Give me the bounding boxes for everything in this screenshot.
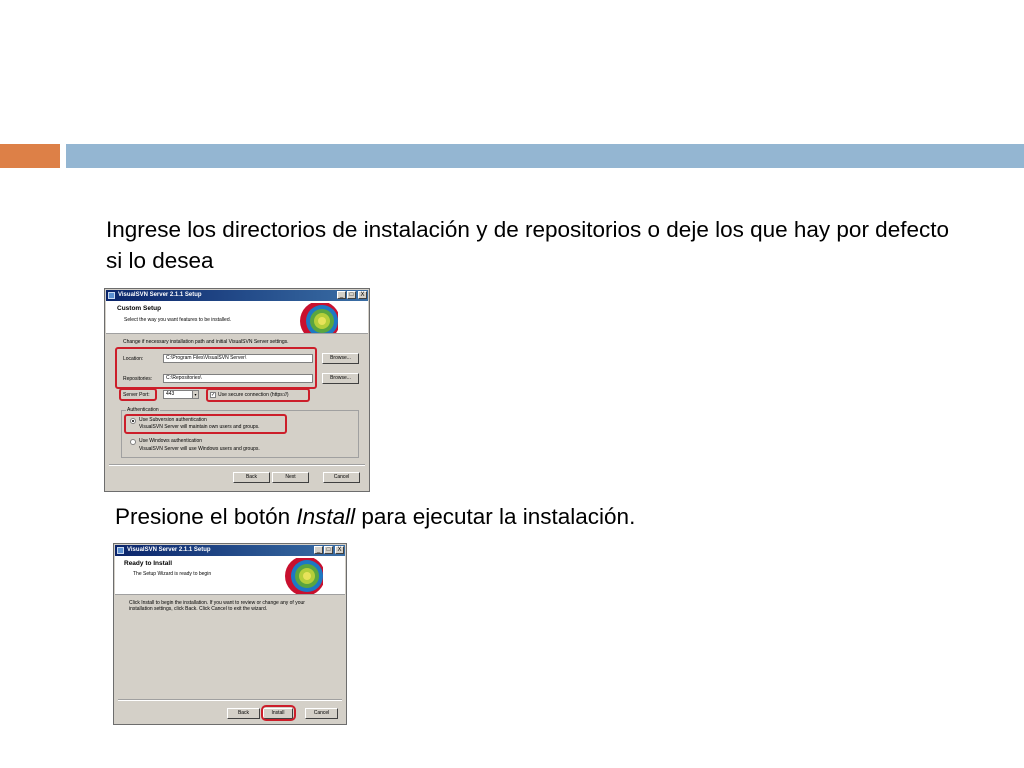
instruction-text-1: Ingrese los directorios de instalación y… bbox=[106, 217, 949, 273]
text2-before: Presione el botón bbox=[115, 504, 297, 529]
cancel-button[interactable]: Cancel bbox=[305, 708, 338, 719]
visualsvn-logo-icon bbox=[300, 303, 338, 333]
browse-location-button[interactable]: Browse... bbox=[322, 353, 359, 364]
accent-bar-orange bbox=[0, 144, 60, 168]
title-bar: VisualSVN Server 2.1.1 Setup _ □ X bbox=[115, 545, 345, 556]
highlight-svn-auth bbox=[124, 414, 287, 434]
close-button[interactable]: X bbox=[335, 546, 344, 554]
text2-install-word: Install bbox=[296, 504, 356, 529]
maximize-button[interactable]: □ bbox=[324, 546, 333, 554]
browse-repositories-button[interactable]: Browse... bbox=[322, 373, 359, 384]
dialog-header: Ready to Install The Setup Wizard is rea… bbox=[115, 556, 345, 595]
custom-setup-dialog: VisualSVN Server 2.1.1 Setup _ □ X Custo… bbox=[104, 288, 370, 492]
body-line-2: installation settings, click Back. Click… bbox=[129, 606, 268, 612]
minimize-button[interactable]: _ bbox=[337, 291, 346, 299]
authentication-group-label: Authentication bbox=[126, 407, 160, 413]
highlight-port-label bbox=[119, 388, 157, 401]
port-dropdown-icon[interactable]: ▾ bbox=[192, 390, 199, 399]
instruction-text-2: Presione el botón Install para ejecutar … bbox=[115, 502, 915, 532]
instructions-text: Change if necessary installation path an… bbox=[123, 339, 289, 345]
window-title: VisualSVN Server 2.1.1 Setup bbox=[127, 547, 211, 553]
visualsvn-logo-icon bbox=[285, 558, 323, 594]
title-bar: VisualSVN Server 2.1.1 Setup _ □ X bbox=[106, 290, 368, 301]
header-subtitle: The Setup Wizard is ready to begin bbox=[133, 571, 212, 577]
next-button[interactable]: Next bbox=[272, 472, 309, 483]
dialog-header: Custom Setup Select the way you want fea… bbox=[106, 301, 368, 334]
close-button[interactable]: X bbox=[358, 291, 367, 299]
windows-auth-radio[interactable] bbox=[130, 439, 136, 445]
ready-to-install-dialog: VisualSVN Server 2.1.1 Setup _ □ X Ready… bbox=[113, 543, 347, 725]
windows-auth-label: Use Windows authentication bbox=[139, 438, 203, 444]
highlight-install bbox=[261, 705, 296, 721]
minimize-button[interactable]: _ bbox=[314, 546, 323, 554]
maximize-button[interactable]: □ bbox=[347, 291, 356, 299]
text2-after: para ejecutar la instalación. bbox=[355, 504, 636, 529]
header-title: Custom Setup bbox=[117, 305, 162, 312]
app-icon bbox=[108, 292, 115, 299]
back-button[interactable]: Back bbox=[233, 472, 270, 483]
cancel-button[interactable]: Cancel bbox=[323, 472, 360, 483]
footer-separator bbox=[109, 464, 365, 466]
back-button[interactable]: Back bbox=[227, 708, 260, 719]
window-title: VisualSVN Server 2.1.1 Setup bbox=[118, 292, 202, 298]
header-subtitle: Select the way you want features to be i… bbox=[124, 317, 232, 323]
footer-separator bbox=[118, 699, 342, 701]
highlight-paths bbox=[115, 347, 317, 389]
accent-bar-blue bbox=[66, 144, 1024, 168]
windows-auth-description: VisualSVN Server will use Windows users … bbox=[139, 446, 260, 452]
app-icon bbox=[117, 547, 124, 554]
highlight-secure-connection bbox=[206, 388, 310, 402]
header-title: Ready to Install bbox=[124, 560, 173, 567]
